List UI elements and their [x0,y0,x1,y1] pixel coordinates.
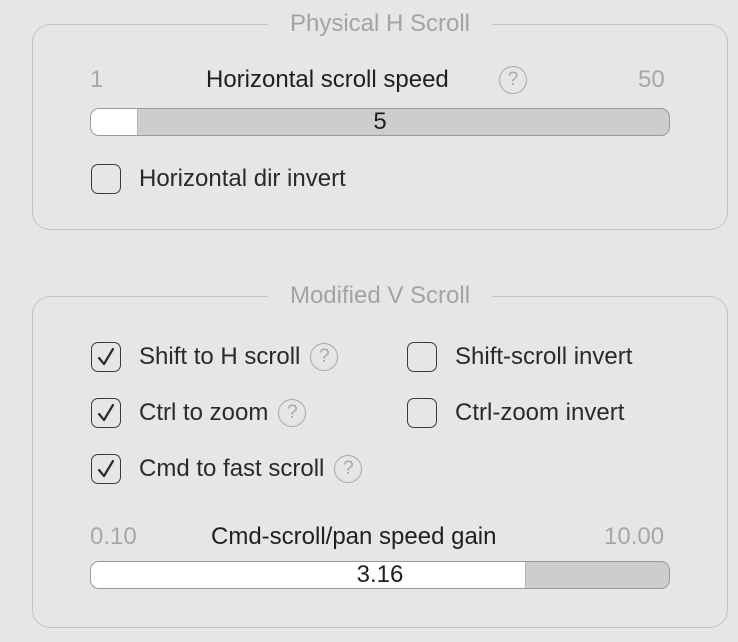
gain-max-label: 10.00 [604,523,665,550]
shift-scroll-invert-checkbox[interactable]: Shift-scroll invert [407,339,632,375]
checkbox-box[interactable] [91,398,121,428]
h-speed-min-label: 1 [90,66,104,93]
gain-min-label: 0.10 [90,523,137,550]
checkbox-box[interactable] [407,398,437,428]
h-speed-slider[interactable]: 5 [90,108,670,136]
gain-slider[interactable]: 3.16 [90,561,670,589]
cmd-to-fast-scroll-checkbox[interactable]: Cmd to fast scroll ? [91,451,363,487]
cmd-to-fast-scroll-label: Cmd to fast scroll [139,455,325,482]
checkmark-icon [97,459,115,478]
checkbox-box[interactable] [91,342,121,372]
horizontal-dir-invert-label: Horizontal dir invert [139,165,346,192]
ctrl-zoom-invert-label: Ctrl-zoom invert [455,399,625,426]
gain-label: Cmd-scroll/pan speed gain [211,523,497,550]
checkbox-box[interactable] [91,454,121,484]
modified-v-scroll-title: Modified V Scroll [267,282,493,309]
checkbox-box[interactable] [91,164,121,194]
checkmark-icon [97,347,115,366]
shift-to-h-scroll-label: Shift to H scroll [139,343,301,370]
shift-to-h-scroll-checkbox[interactable]: Shift to H scroll ? [91,339,339,375]
h-speed-label: Horizontal scroll speed [206,66,449,93]
physical-h-scroll-title: Physical H Scroll [267,10,493,37]
h-speed-value: 5 [373,108,387,135]
ctrl-to-zoom-checkbox[interactable]: Ctrl to zoom ? [91,395,307,431]
checkbox-box[interactable] [407,342,437,372]
h-speed-help-icon[interactable]: ? [499,66,527,94]
shift-scroll-invert-label: Shift-scroll invert [455,343,633,370]
horizontal-dir-invert-checkbox[interactable]: Horizontal dir invert [91,161,346,197]
gain-value: 3.16 [356,561,404,588]
group-title: Physical H Scroll [33,10,727,37]
h-speed-max-label: 50 [638,66,665,93]
ctrl-to-zoom-label: Ctrl to zoom [139,399,269,426]
group-title: Modified V Scroll [33,282,727,309]
shift-to-h-scroll-help-icon[interactable]: ? [310,343,339,371]
checkmark-icon [97,403,115,422]
cmd-to-fast-scroll-help-icon[interactable]: ? [334,455,363,483]
ctrl-zoom-invert-checkbox[interactable]: Ctrl-zoom invert [407,395,624,431]
ctrl-to-zoom-help-icon[interactable]: ? [278,399,307,427]
